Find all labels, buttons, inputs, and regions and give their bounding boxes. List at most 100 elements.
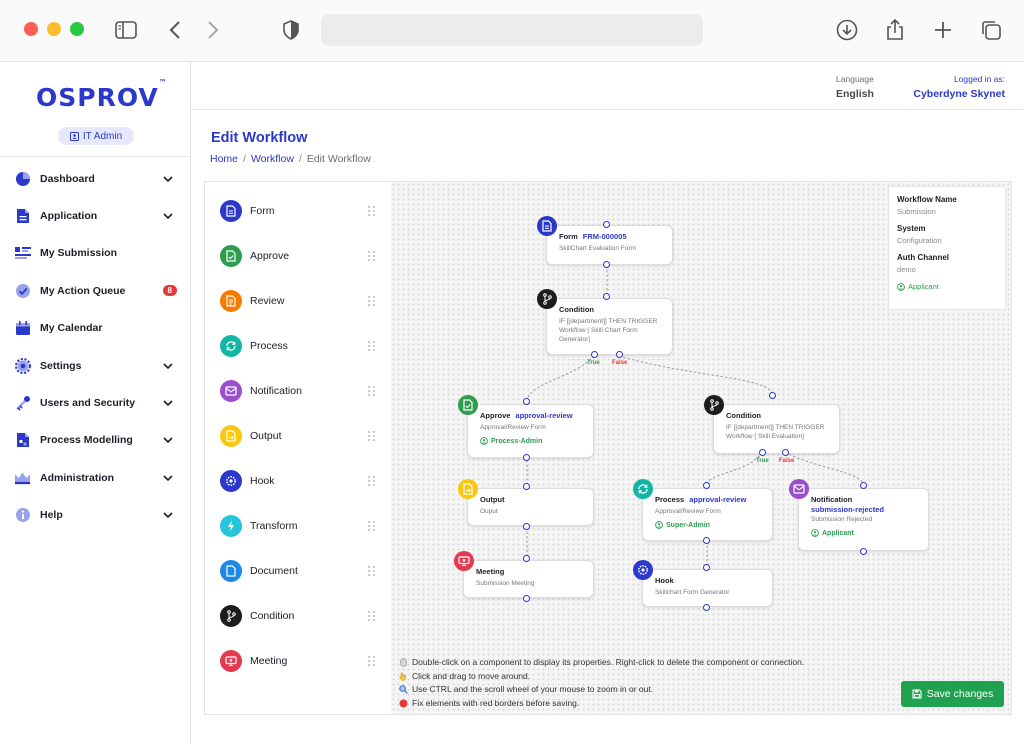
form-icon (537, 216, 557, 236)
drag-handle-icon[interactable] (368, 476, 376, 486)
sidebar-item-application[interactable]: Application (0, 197, 191, 234)
mail-icon (220, 380, 242, 402)
palette-item-review[interactable]: Review (220, 286, 376, 316)
node-approve[interactable]: Approve approval-review Approval/Review F… (458, 395, 594, 458)
sidebar-item-my-submission[interactable]: My Submission (0, 235, 191, 272)
false-label: False (779, 458, 795, 464)
app-logo[interactable]: OSPROV™ (36, 78, 168, 112)
port-form-out[interactable] (603, 261, 610, 268)
port-condition-1-false[interactable] (616, 351, 623, 358)
port-output-in[interactable] (523, 483, 530, 490)
node-meeting[interactable]: Meeting Submission Meeting (454, 551, 594, 598)
port-condition-1-in[interactable] (603, 293, 610, 300)
drag-handle-icon[interactable] (368, 566, 376, 576)
false-label: False (612, 360, 628, 366)
workflow-info-card: Workflow Name Submission System Configur… (888, 186, 1006, 310)
drag-handle-icon[interactable] (368, 251, 376, 261)
maximize-window-button[interactable] (70, 22, 84, 36)
palette-item-output[interactable]: Output (220, 421, 376, 451)
drag-handle-icon[interactable] (368, 431, 376, 441)
editor-hints: Double-click on a component to display i… (399, 656, 804, 710)
drag-handle-icon[interactable] (368, 341, 376, 351)
sidebar-item-settings[interactable]: Settings (0, 347, 191, 384)
port-condition-2-true[interactable] (759, 449, 766, 456)
port-hook-in[interactable] (703, 564, 710, 571)
port-output-out[interactable] (523, 523, 530, 530)
node-hook[interactable]: Hook Skillchart Form Generator (633, 560, 773, 607)
drag-handle-icon[interactable] (368, 206, 376, 216)
sidebar-divider (0, 156, 191, 157)
palette-item-hook[interactable]: Hook (220, 466, 376, 496)
forward-icon[interactable] (201, 18, 225, 42)
chevron-down-icon (163, 176, 173, 182)
node-form[interactable]: Form FRM-000005 SkillChart Evaluation For… (537, 216, 673, 265)
drag-handle-icon[interactable] (368, 611, 376, 621)
document-icon (14, 208, 31, 225)
port-form-in[interactable] (603, 221, 610, 228)
port-hook-out[interactable] (703, 604, 710, 611)
palette-item-document[interactable]: Document (220, 556, 376, 586)
drag-handle-icon[interactable] (368, 386, 376, 396)
sidebar-item-process-modelling[interactable]: Process Modelling (0, 422, 191, 459)
breadcrumb-workflow[interactable]: Workflow (251, 153, 294, 165)
drag-handle-icon[interactable] (368, 296, 376, 306)
port-condition-2-in[interactable] (769, 392, 776, 399)
port-process-out[interactable] (703, 537, 710, 544)
sidebar-item-users-and-security[interactable]: Users and Security (0, 384, 191, 421)
sidebar-item-dashboard[interactable]: Dashboard (0, 160, 191, 197)
share-icon[interactable] (883, 18, 907, 42)
node-notification[interactable]: Notification submission-rejected Submiss… (789, 479, 929, 551)
drag-handle-icon[interactable] (368, 521, 376, 531)
close-window-button[interactable] (24, 22, 38, 36)
drag-handle-icon[interactable] (368, 656, 376, 666)
port-notification-out[interactable] (860, 548, 867, 555)
save-icon (912, 689, 922, 699)
hook-icon (633, 560, 653, 580)
node-process[interactable]: Process approval-review Approval/Review F… (633, 479, 773, 541)
minimize-window-button[interactable] (47, 22, 61, 36)
node-condition-1[interactable]: Condition IF [[department]] THEN TRIGGER… (537, 289, 673, 355)
workflow-canvas[interactable]: Form FRM-000005 SkillChart Evaluation For… (391, 182, 1011, 714)
node-condition-2[interactable]: Condition IF [[department]] THEN TRIGGER… (704, 395, 840, 454)
user-menu[interactable]: Logged in as: Cyberdyne Skynet (907, 74, 1005, 100)
sidebar-toggle-icon[interactable] (114, 18, 138, 42)
port-meeting-in[interactable] (523, 555, 530, 562)
back-icon[interactable] (163, 18, 187, 42)
branch-icon (537, 289, 557, 309)
port-approve-out[interactable] (523, 454, 530, 461)
palette-item-condition[interactable]: Condition (220, 601, 376, 631)
tabs-overview-icon[interactable] (979, 18, 1003, 42)
palette-item-meeting[interactable]: Meeting (220, 646, 376, 676)
sidebar-item-my-action-queue[interactable]: My Action Queue 8 (0, 272, 191, 309)
magnifier-icon (399, 685, 408, 695)
node-output[interactable]: Output Ouput (458, 479, 594, 526)
palette-item-transform[interactable]: Transform (220, 511, 376, 541)
sidebar-item-help[interactable]: Help (0, 497, 191, 534)
palette-item-approve[interactable]: Approve (220, 241, 376, 271)
form-icon (220, 200, 242, 222)
connector-true-process (706, 451, 763, 485)
language-selector[interactable]: Language English (836, 74, 874, 100)
new-tab-icon[interactable] (931, 18, 955, 42)
port-approve-in[interactable] (523, 398, 530, 405)
sidebar-item-administration[interactable]: Administration (0, 459, 191, 496)
address-bar[interactable] (321, 14, 703, 46)
branch-icon (704, 395, 724, 415)
breadcrumb: Home / Workflow / Edit Workflow (210, 153, 371, 165)
port-process-in[interactable] (703, 482, 710, 489)
breadcrumb-home[interactable]: Home (210, 153, 238, 165)
save-changes-button[interactable]: Save changes (901, 681, 1004, 707)
sidebar-item-my-calendar[interactable]: My Calendar (0, 310, 191, 347)
palette-item-process[interactable]: Process (220, 331, 376, 361)
port-condition-1-true[interactable] (591, 351, 598, 358)
breadcrumb-current: Edit Workflow (306, 153, 371, 165)
process-icon (633, 479, 653, 499)
shield-icon[interactable] (279, 18, 303, 42)
port-meeting-out[interactable] (523, 595, 530, 602)
download-icon[interactable] (835, 18, 859, 42)
port-condition-2-false[interactable] (782, 449, 789, 456)
palette-item-form[interactable]: Form (220, 196, 376, 226)
red-circle-icon (399, 699, 408, 708)
palette-item-notification[interactable]: Notification (220, 376, 376, 406)
port-notification-in[interactable] (860, 482, 867, 489)
